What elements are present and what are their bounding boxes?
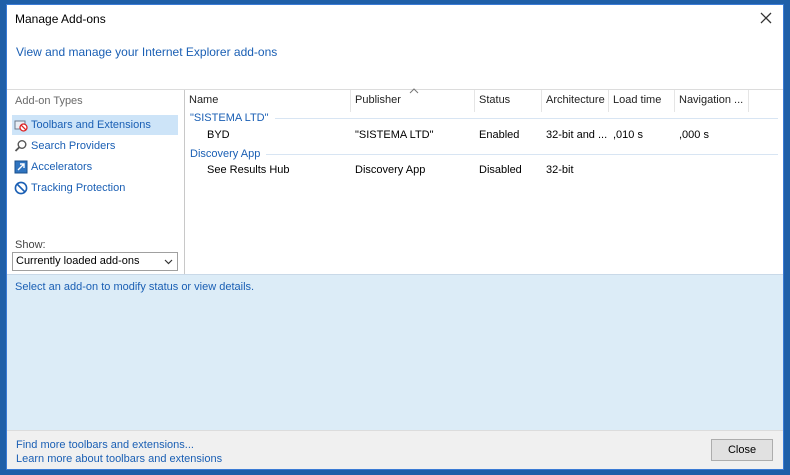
cell-publisher: Discovery App	[355, 164, 426, 176]
search-icon	[14, 140, 27, 152]
cell-name: BYD	[207, 129, 230, 141]
manage-addons-window: Manage Add-ons View and manage your Inte…	[6, 4, 784, 470]
cell-name: See Results Hub	[207, 164, 290, 176]
column-header-publisher[interactable]: Publisher	[351, 90, 475, 112]
accelerator-icon	[14, 160, 28, 174]
cell-status: Disabled	[479, 164, 522, 176]
cell-architecture: 32-bit	[546, 164, 574, 176]
show-dropdown[interactable]: Currently loaded add-ons	[12, 252, 178, 271]
group-header-discovery-app: Discovery App	[190, 146, 778, 162]
column-header-navigation[interactable]: Navigation ...	[675, 90, 749, 112]
sidebar-item-label: Tracking Protection	[31, 182, 126, 194]
group-name: "SISTEMA LTD"	[190, 112, 269, 124]
sidebar-item-toolbars-extensions[interactable]: Toolbars and Extensions	[12, 115, 178, 135]
group-name: Discovery App	[190, 148, 261, 160]
sidebar-item-label: Search Providers	[31, 140, 116, 152]
chevron-down-icon	[164, 259, 173, 265]
column-header-status[interactable]: Status	[475, 90, 542, 112]
close-button[interactable]: Close	[711, 439, 773, 461]
title-bar: Manage Add-ons	[7, 5, 783, 33]
view-manage-addons-link[interactable]: View and manage your Internet Explorer a…	[16, 45, 277, 59]
group-divider	[266, 153, 778, 155]
cell-load-time: ,010 s	[613, 129, 643, 141]
column-header-name[interactable]: Name	[185, 90, 351, 112]
window-title: Manage Add-ons	[15, 12, 106, 26]
status-message: Select an add-on to modify status or vie…	[15, 281, 255, 293]
tracking-protection-icon	[14, 181, 28, 195]
group-divider	[274, 117, 778, 119]
show-dropdown-value: Currently loaded add-ons	[16, 255, 140, 267]
cell-architecture: 32-bit and ...	[546, 129, 608, 141]
sidebar-item-accelerators[interactable]: Accelerators	[12, 157, 178, 177]
table-row[interactable]: See Results Hub Discovery App Disabled 3…	[185, 162, 783, 180]
sidebar-item-tracking-protection[interactable]: Tracking Protection	[12, 178, 178, 198]
sidebar-item-label: Toolbars and Extensions	[31, 119, 151, 131]
column-header-load-time[interactable]: Load time	[609, 90, 675, 112]
addon-types-heading: Add-on Types	[15, 95, 83, 107]
find-more-toolbars-link[interactable]: Find more toolbars and extensions...	[16, 439, 194, 451]
sidebar-item-search-providers[interactable]: Search Providers	[12, 136, 178, 156]
addons-list: Name Publisher Status Architecture Load …	[185, 88, 783, 274]
cell-status: Enabled	[479, 129, 520, 141]
table-row[interactable]: BYD "SISTEMA LTD" Enabled 32-bit and ...…	[185, 127, 783, 145]
close-icon[interactable]	[757, 9, 775, 27]
sidebar-item-label: Accelerators	[31, 161, 93, 173]
show-label: Show:	[15, 239, 46, 251]
details-pane: Select an add-on to modify status or vie…	[7, 274, 783, 430]
learn-more-toolbars-link[interactable]: Learn more about toolbars and extensions	[16, 453, 222, 465]
cell-publisher: "SISTEMA LTD"	[355, 129, 434, 141]
cell-navigation: ,000 s	[679, 129, 709, 141]
toolbar-extensions-icon	[14, 120, 28, 132]
group-header-sistema: "SISTEMA LTD"	[190, 110, 778, 126]
addon-types-sidebar: Add-on Types Toolbars and Extensions Sea…	[7, 90, 184, 274]
column-header-architecture[interactable]: Architecture	[542, 90, 609, 112]
footer-bar: Find more toolbars and extensions... Lea…	[7, 430, 783, 469]
